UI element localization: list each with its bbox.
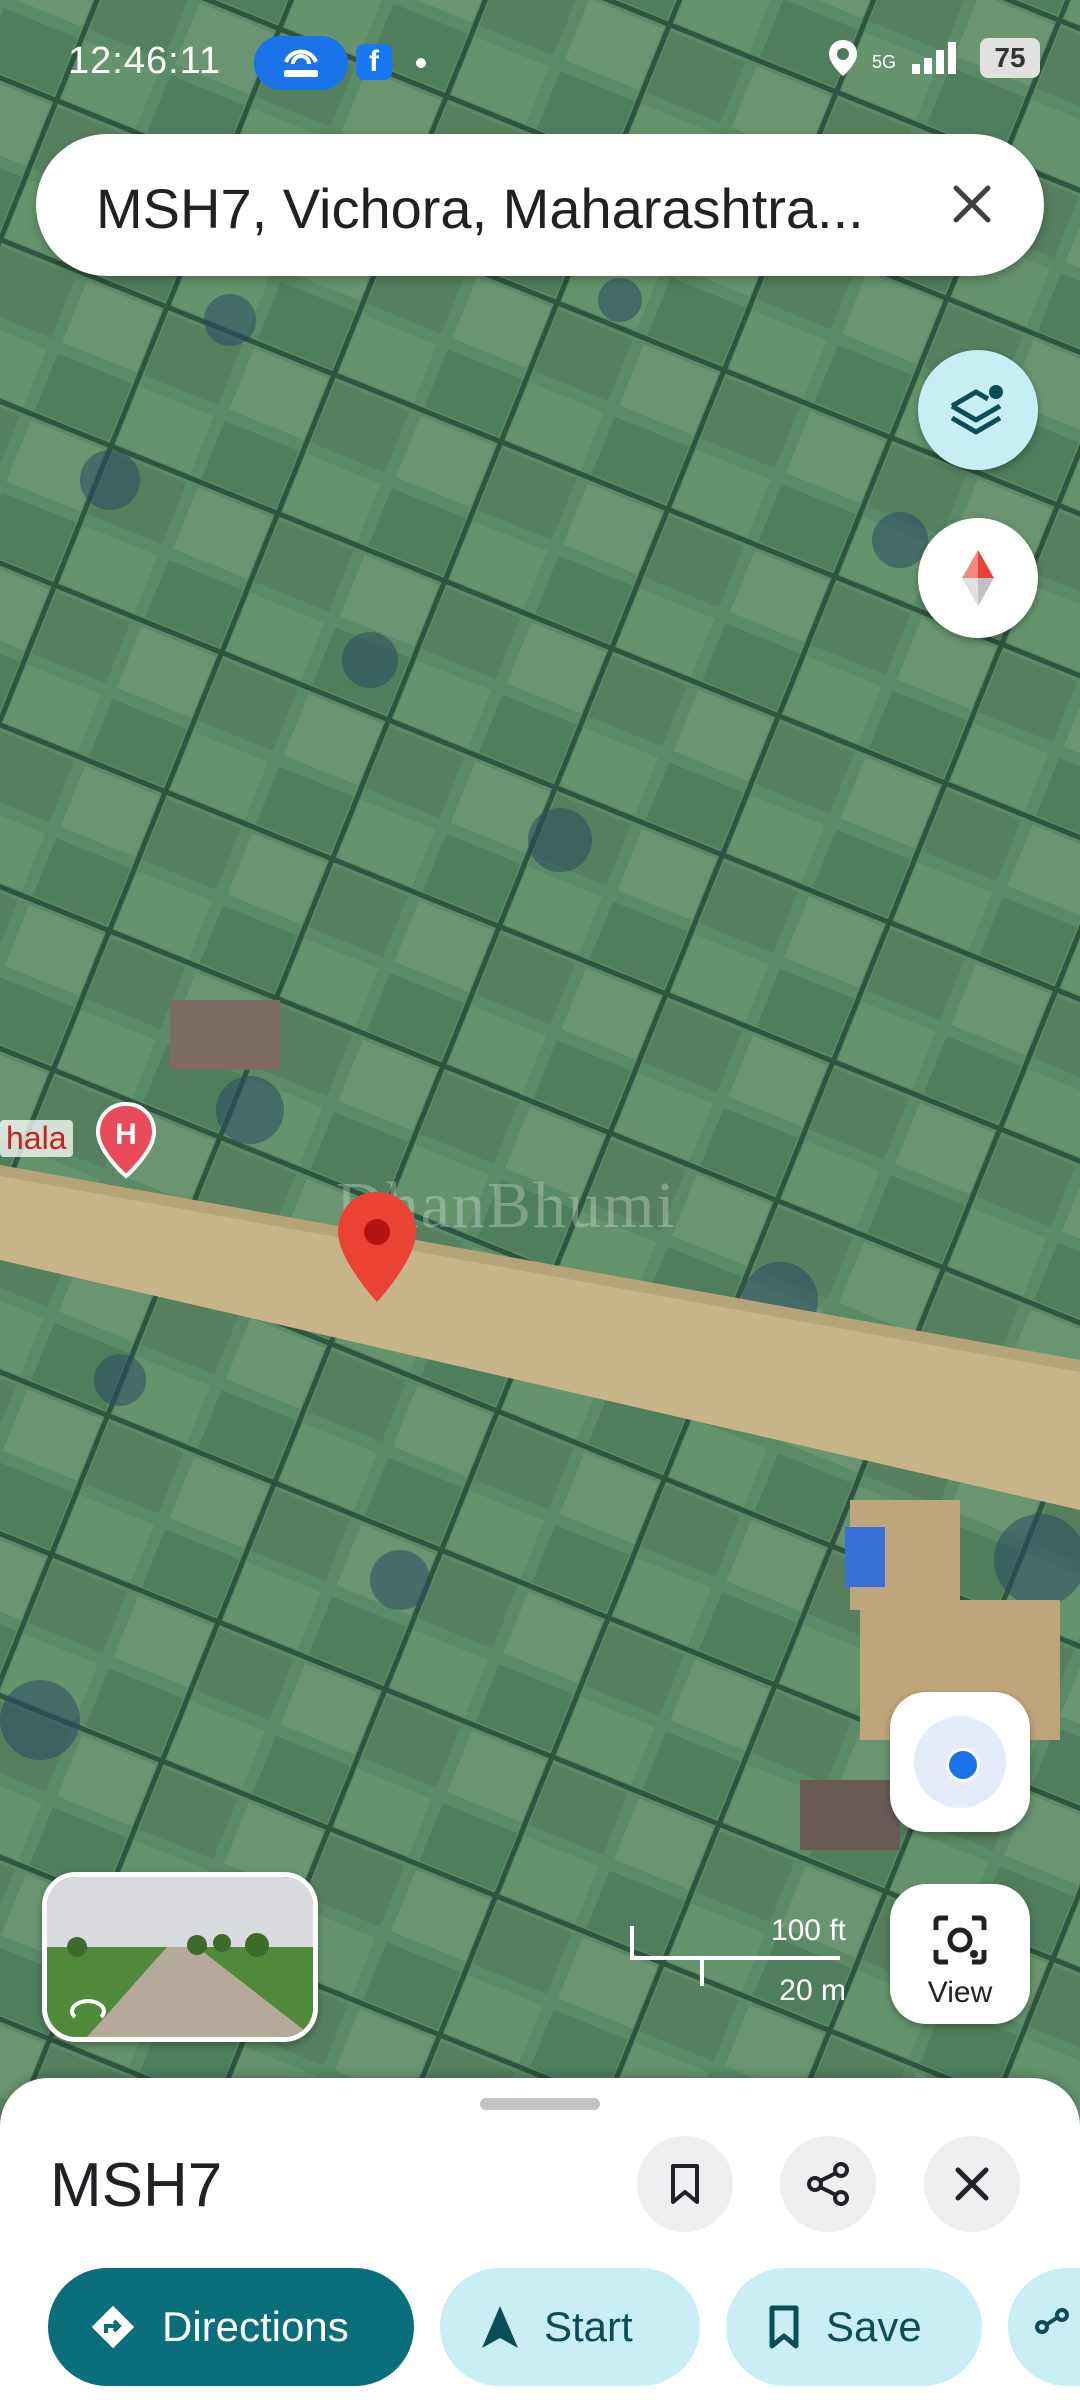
layers-button[interactable] [918, 350, 1038, 470]
scale-bar: 100 ft 20 m [628, 1914, 848, 2007]
close-sheet-button[interactable] [924, 2136, 1020, 2232]
close-icon [955, 2167, 989, 2201]
status-icons: 5G 75 [826, 38, 1040, 78]
layers-icon [950, 385, 1003, 435]
scale-meters: 20 m [779, 1974, 846, 2007]
directions-label: Directions [162, 2303, 349, 2350]
close-icon[interactable] [940, 172, 1004, 236]
street-view-thumbnail[interactable] [42, 1872, 318, 2042]
poi-label[interactable]: hala [0, 1120, 73, 1157]
signal-icon: 5G [872, 42, 956, 74]
start-button[interactable]: Start [440, 2268, 700, 2386]
start-label: Start [544, 2303, 633, 2350]
location-pin-icon[interactable] [336, 1190, 418, 1304]
drag-handle[interactable] [480, 2098, 600, 2110]
view-label: View [927, 1976, 993, 2009]
share-button[interactable] [780, 2136, 876, 2232]
compass-icon [962, 550, 994, 606]
location-icon [829, 40, 857, 76]
directions-button[interactable]: Directions [48, 2268, 414, 2386]
search-bar[interactable]: MSH7, Vichora, Maharashtra... [36, 134, 1044, 276]
share-icon [1035, 2308, 1069, 2334]
bookmark-icon [671, 2164, 699, 2204]
hospital-icon[interactable]: H [92, 1100, 160, 1180]
save-button[interactable]: Save [726, 2268, 982, 2386]
save-label: Save [826, 2303, 922, 2350]
lens-camera-icon [933, 1915, 987, 1965]
my-location-button[interactable] [890, 1692, 1030, 1832]
search-query[interactable]: MSH7, Vichora, Maharashtra... [96, 176, 864, 241]
svg-text:5G: 5G [872, 52, 896, 72]
bookmark-icon [769, 2305, 799, 2349]
status-bar: 12:46:11 f 5G 75 [0, 0, 1080, 120]
facebook-icon: f [356, 44, 392, 80]
place-title: MSH7 [50, 2151, 223, 2220]
battery-icon: 75 [980, 38, 1040, 78]
scale-feet: 100 ft [770, 1914, 846, 1947]
status-time: 12:46:11 [68, 40, 222, 82]
share-icon [807, 2162, 849, 2206]
notification-dot-icon [416, 58, 426, 68]
svg-text:H: H [115, 1118, 137, 1151]
place-sheet[interactable]: MSH7 Directions Start Save [0, 2078, 1080, 2400]
directions-icon [91, 2305, 135, 2349]
share-chip-button[interactable] [1008, 2268, 1080, 2386]
navigation-arrow-icon [482, 2306, 518, 2348]
compass-button[interactable] [918, 518, 1038, 638]
bookmark-button[interactable] [637, 2136, 733, 2232]
hotspot-icon [254, 36, 348, 90]
view-button[interactable]: View [890, 1884, 1030, 2024]
